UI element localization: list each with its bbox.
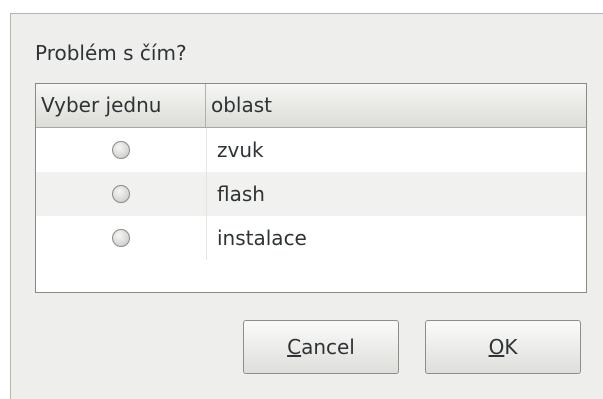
radio-button[interactable] [112,141,130,159]
ok-mnemonic: O [488,335,505,359]
radio-button[interactable] [112,229,130,247]
list-row-flash[interactable]: flash [36,172,586,216]
row-label: zvuk [206,128,586,172]
ok-label: K [504,335,518,359]
row-label: flash [206,172,586,216]
column-header-select[interactable]: Vyber jednu [36,84,206,127]
radio-button[interactable] [112,185,130,203]
radio-cell [36,229,206,247]
list-header: Vyber jednu oblast [36,84,586,128]
list-row-zvuk[interactable]: zvuk [36,128,586,172]
options-list: Vyber jednu oblast zvuk flash instalace [35,83,587,293]
ok-button[interactable]: OK [425,320,581,374]
radio-cell [36,141,206,159]
cancel-button[interactable]: Cancel [243,320,399,374]
column-header-area[interactable]: oblast [206,84,586,127]
row-label: instalace [206,216,586,260]
dialog-prompt: Problém s čím? [35,41,187,65]
list-row-instalace[interactable]: instalace [36,216,586,260]
dialog-window: Problém s čím? Vyber jednu oblast zvuk f… [10,13,603,399]
cancel-label: ancel [301,335,355,359]
cancel-mnemonic: C [287,335,302,359]
radio-cell [36,185,206,203]
